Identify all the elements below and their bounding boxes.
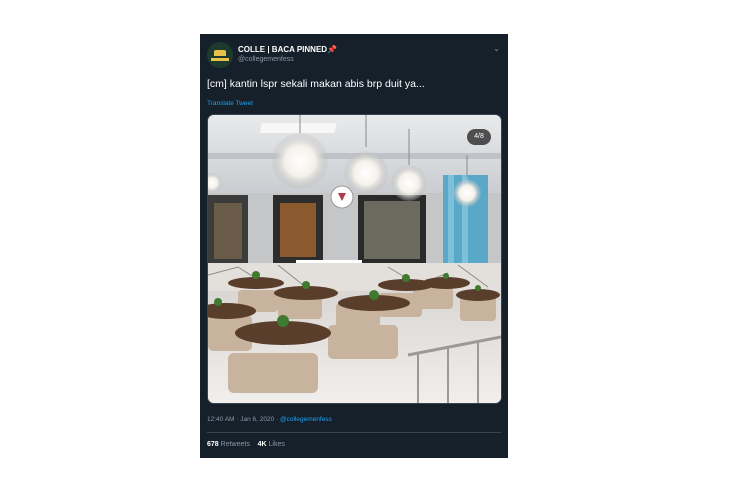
tweet-photo[interactable]: 4/8	[207, 114, 502, 404]
divider	[207, 432, 501, 433]
user-handle[interactable]: @collegemenfess	[238, 56, 294, 63]
display-name[interactable]: COLLE | BACA PINNED📌	[238, 45, 337, 54]
pin-icon: 📌	[327, 45, 338, 54]
retweets-count: 678	[207, 441, 219, 448]
graduation-cap-icon	[214, 50, 226, 56]
via-handle-link[interactable]: @collegemenfess	[280, 416, 332, 423]
chevron-down-icon[interactable]: ⌄	[493, 44, 500, 53]
avatar-band	[211, 58, 229, 61]
meta-separator-2: ·	[276, 416, 279, 423]
image-counter-badge: 4/8	[467, 129, 491, 145]
tweet-stats: 678 Retweets 4K Likes	[207, 441, 285, 448]
display-name-text: COLLE | BACA PINNED	[238, 45, 328, 54]
retweets-stat[interactable]: 678 Retweets	[207, 441, 250, 448]
likes-count: 4K	[257, 441, 267, 448]
canteen-photo	[208, 115, 501, 403]
translate-tweet-link[interactable]: Translate Tweet	[207, 100, 253, 107]
likes-label: Likes	[268, 441, 285, 448]
tweet-time[interactable]: 12:40 AM	[207, 416, 234, 423]
tweet-text: [cm] kantin lspr sekali makan abis brp d…	[207, 78, 425, 90]
likes-stat[interactable]: 4K Likes	[258, 441, 285, 448]
retweets-label: Retweets	[220, 441, 250, 448]
avatar[interactable]	[207, 42, 233, 68]
tweet-timestamp: 12:40 AM · Jan 6, 2020 · @collegemenfess	[207, 416, 332, 423]
tweet-card: COLLE | BACA PINNED📌 @collegemenfess ⌄ […	[200, 34, 508, 458]
tweet-date[interactable]: Jan 6, 2020	[240, 416, 274, 423]
meta-separator: ·	[236, 416, 239, 423]
